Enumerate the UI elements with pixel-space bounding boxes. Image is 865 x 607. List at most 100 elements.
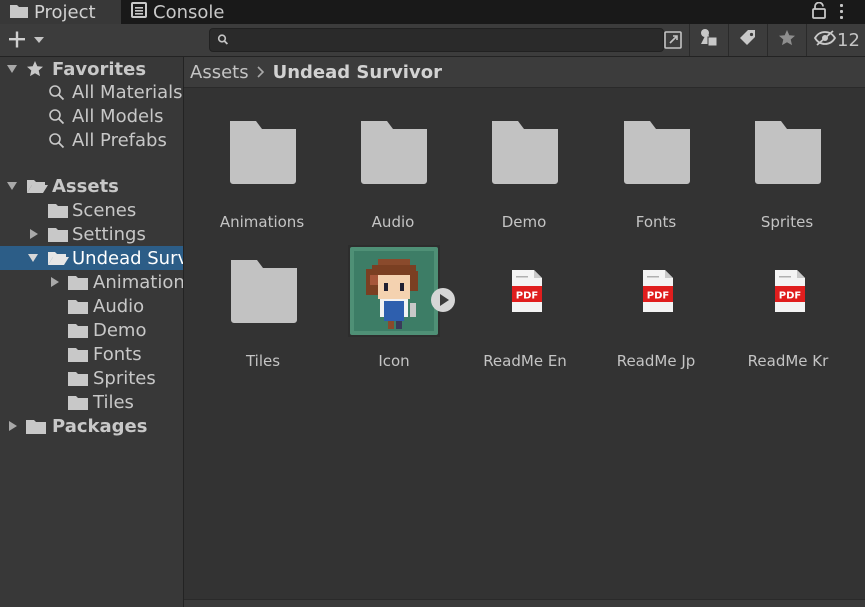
console-icon xyxy=(131,1,147,23)
star-icon xyxy=(27,61,43,77)
asset-name: ReadMe En xyxy=(483,352,567,370)
search-by-type-icon[interactable] xyxy=(662,28,686,52)
search-field[interactable] xyxy=(209,28,664,52)
search-icon xyxy=(49,85,65,101)
search-icon xyxy=(49,109,65,125)
tree-item-all-materials[interactable]: All Materials xyxy=(0,80,183,104)
collapsed-arrow-icon[interactable] xyxy=(29,229,39,239)
play-icon[interactable] xyxy=(430,287,456,313)
asset-name: Audio xyxy=(371,213,415,231)
search-icon xyxy=(217,32,229,51)
tree-item-all-prefabs[interactable]: All Prefabs xyxy=(0,128,183,152)
svg-text:PDF: PDF xyxy=(516,291,538,302)
create-dropdown-button[interactable] xyxy=(6,29,48,51)
more-options-icon[interactable] xyxy=(840,4,844,22)
filter-by-label-button[interactable] xyxy=(728,24,767,56)
svg-text:PDF: PDF xyxy=(647,291,669,302)
tree-label: All Prefabs xyxy=(72,129,167,151)
star-icon xyxy=(778,29,796,51)
tree-item-packages[interactable]: Packages xyxy=(0,414,183,438)
tree-item-undead-survivor[interactable]: Undead Survivor xyxy=(0,246,183,270)
tree-item-sprites[interactable]: Sprites xyxy=(0,366,183,390)
asset-name: Tiles xyxy=(245,352,281,370)
tree-label: All Models xyxy=(72,105,164,127)
tree-label: Sprites xyxy=(93,367,156,389)
asset-name: Animations xyxy=(219,213,305,231)
status-bar xyxy=(184,599,865,607)
tree-label: All Materials xyxy=(72,81,183,103)
character-sprite-icon xyxy=(348,245,440,337)
toolbar: 12 xyxy=(0,24,865,57)
save-search-button[interactable] xyxy=(767,24,806,56)
folder-icon xyxy=(26,420,46,434)
breadcrumb-root[interactable]: Assets xyxy=(190,62,249,83)
pdf-icon: PDF xyxy=(512,270,542,312)
folder-icon xyxy=(624,121,690,184)
folder-icon xyxy=(231,260,297,323)
tree-label: Tiles xyxy=(93,391,134,413)
asset-name: ReadMe Kr xyxy=(747,352,829,370)
folder-icon xyxy=(230,121,296,184)
folder-icon xyxy=(361,121,427,184)
tree-label: Fonts xyxy=(93,343,142,365)
tab-bar: Project Console xyxy=(0,0,865,24)
svg-text:PDF: PDF xyxy=(779,291,801,302)
project-tree: Favorites All Materials All Models All P… xyxy=(0,57,184,607)
open-folder-icon xyxy=(27,180,48,193)
pdf-icon: PDF xyxy=(643,270,673,312)
tree-item-demo[interactable]: Demo xyxy=(0,318,183,342)
folder-icon xyxy=(492,121,558,184)
tree-item-scenes[interactable]: Scenes xyxy=(0,198,183,222)
tab-console[interactable]: Console xyxy=(121,0,261,24)
collapsed-arrow-icon[interactable] xyxy=(50,277,60,287)
tree-label: Favorites xyxy=(52,58,147,80)
tab-project[interactable]: Project xyxy=(0,0,121,24)
expanded-arrow-icon[interactable] xyxy=(7,64,17,74)
tree-label: Assets xyxy=(52,175,119,197)
breadcrumb: Assets Undead Survivor xyxy=(184,57,865,88)
asset-name: ReadMe Jp xyxy=(616,352,696,370)
filter-by-type-button[interactable] xyxy=(689,24,728,56)
tree-item-animation[interactable]: Animation xyxy=(0,270,183,294)
asset-name: Sprites xyxy=(760,213,814,231)
tree-label: Undead Survivor xyxy=(72,247,183,269)
tree-item-fonts[interactable]: Fonts xyxy=(0,342,183,366)
asset-browser: Assets Undead Survivor Animations Audio … xyxy=(184,57,865,607)
folder-icon xyxy=(68,300,88,314)
eye-hidden-icon xyxy=(813,29,837,52)
folder-icon xyxy=(68,396,88,410)
asset-name: Demo xyxy=(501,213,547,231)
breadcrumb-current[interactable]: Undead Survivor xyxy=(273,62,442,83)
tree-label: Animation xyxy=(93,271,184,293)
folder-icon xyxy=(48,204,68,218)
tab-project-label: Project xyxy=(34,1,96,23)
shapes-icon xyxy=(699,28,719,52)
search-input[interactable] xyxy=(236,30,660,50)
tree-label: Audio xyxy=(93,295,145,317)
tree-label: Demo xyxy=(93,319,147,341)
tree-item-tiles[interactable]: Tiles xyxy=(0,390,183,414)
tree-item-audio[interactable]: Audio xyxy=(0,294,183,318)
open-folder-icon xyxy=(48,252,69,265)
hidden-packages-button[interactable]: 12 xyxy=(806,24,865,56)
folder-icon xyxy=(68,348,88,362)
asset-name: Fonts xyxy=(635,213,677,231)
hidden-packages-count: 12 xyxy=(837,29,860,51)
folder-icon xyxy=(68,276,88,290)
pdf-icon: PDF xyxy=(775,270,805,312)
tree-label: Scenes xyxy=(72,199,137,221)
folder-icon xyxy=(755,121,821,184)
collapsed-arrow-icon[interactable] xyxy=(8,421,18,431)
chevron-right-icon xyxy=(257,62,265,83)
tree-label: Settings xyxy=(72,223,146,245)
lock-icon[interactable] xyxy=(812,1,826,23)
tree-item-assets[interactable]: Assets xyxy=(0,174,183,198)
expanded-arrow-icon[interactable] xyxy=(7,181,17,191)
tree-item-all-models[interactable]: All Models xyxy=(0,104,183,128)
folder-icon xyxy=(48,228,68,242)
expanded-arrow-icon[interactable] xyxy=(28,253,38,263)
tree-item-settings[interactable]: Settings xyxy=(0,222,183,246)
tag-icon xyxy=(739,29,757,51)
tree-label: Packages xyxy=(52,415,148,437)
tree-item-favorites[interactable]: Favorites xyxy=(0,57,183,81)
